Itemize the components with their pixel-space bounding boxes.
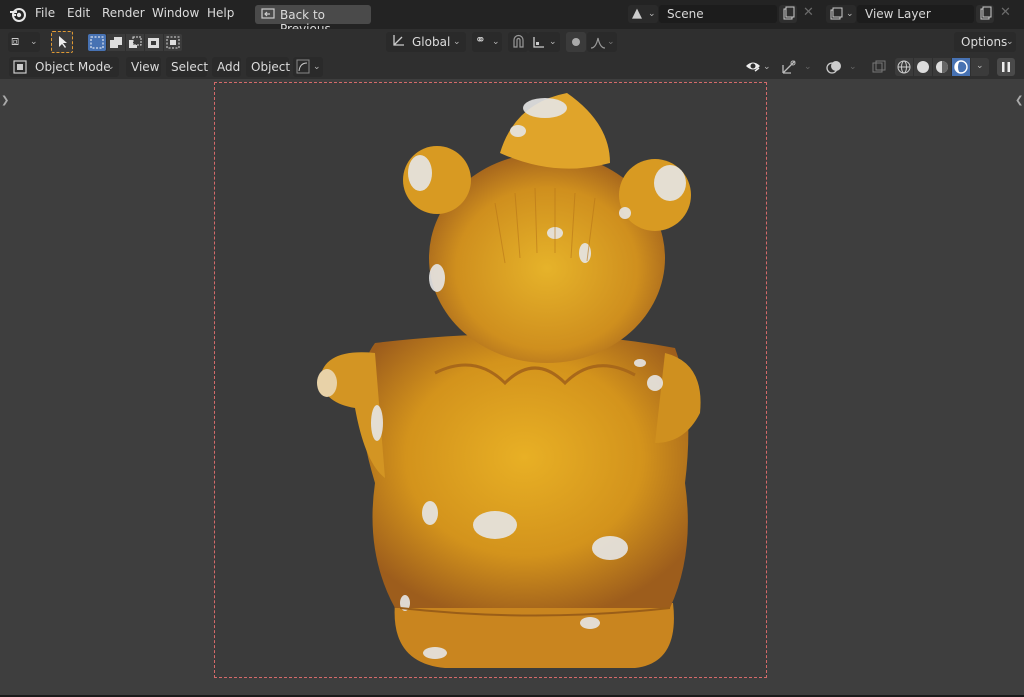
chevron-down-icon: ⌄ <box>648 9 656 19</box>
delete-scene-icon[interactable]: ✕ <box>803 5 814 20</box>
chevron-down-icon: ⌄ <box>607 37 615 47</box>
menu-object[interactable]: Object <box>246 57 290 77</box>
grease-pencil-dropdown[interactable]: ⌄ <box>293 57 323 77</box>
copy-icon <box>783 6 795 20</box>
pivot-icon: ⧈ <box>11 34 20 49</box>
xray-icon <box>872 60 886 77</box>
blender-logo-icon[interactable] <box>9 6 27 26</box>
select-mode-new-button[interactable] <box>88 34 106 51</box>
snap-toggle[interactable] <box>508 32 528 52</box>
mode-dropdown[interactable]: Object Mode ⌄ <box>9 57 119 77</box>
cursor-icon <box>59 36 67 48</box>
material-sphere-icon <box>936 61 948 73</box>
menu-file[interactable]: File <box>35 6 55 20</box>
gizmo-icon <box>781 59 797 78</box>
pause-icon <box>1002 62 1010 72</box>
select-intersect-icon <box>166 36 180 49</box>
snap-target-dropdown[interactable]: ⌄ <box>528 32 560 52</box>
chevron-down-icon: ⌄ <box>30 37 38 47</box>
shading-solid-button[interactable] <box>914 58 932 76</box>
magnet-icon <box>512 34 525 51</box>
menu-edit[interactable]: Edit <box>67 6 90 20</box>
chevron-down-icon: ⌄ <box>313 62 321 72</box>
solid-sphere-icon <box>917 61 929 73</box>
top-bar: File Edit Render Window Help Back to Pre… <box>0 0 1024 36</box>
overlays-icon <box>826 59 842 78</box>
select-tool-button[interactable] <box>51 31 73 53</box>
chevron-down-icon: ⌄ <box>976 61 984 71</box>
menu-window[interactable]: Window <box>152 6 199 20</box>
shading-wireframe-button[interactable] <box>895 58 913 76</box>
pivot-point-icon: ⚭ <box>475 33 486 48</box>
select-mode-extend-button[interactable] <box>107 34 125 51</box>
select-extend-icon <box>110 37 122 48</box>
pause-render-button[interactable] <box>997 58 1015 76</box>
select-difference-icon <box>148 38 159 48</box>
bear-figurine-render <box>317 93 701 668</box>
menu-help[interactable]: Help <box>207 6 234 20</box>
snap-increment-icon <box>532 33 546 52</box>
3d-viewport[interactable]: ❯ ❮ <box>0 79 1024 695</box>
xray-toggle[interactable] <box>869 57 889 77</box>
rendered-sphere-icon <box>954 60 968 74</box>
view-layer-name-field[interactable]: View Layer <box>857 5 974 23</box>
menu-add[interactable]: Add <box>212 57 241 77</box>
orientation-label: Global <box>412 35 451 49</box>
camera-frame <box>214 82 767 678</box>
scene-icon: ▲ <box>632 6 642 21</box>
wireframe-sphere-icon <box>897 60 911 74</box>
visibility-dropdown[interactable]: ⌄ <box>743 57 773 77</box>
select-mode-subtract-button[interactable] <box>126 34 144 51</box>
chevron-down-icon: ⌄ <box>849 62 857 72</box>
falloff-curve-icon <box>590 34 606 53</box>
shading-rendered-button[interactable] <box>952 58 970 76</box>
back-to-previous-button[interactable]: Back to Previous <box>255 5 371 36</box>
copy-icon <box>980 6 992 20</box>
chevron-down-icon: ⌄ <box>453 37 461 47</box>
new-scene-button[interactable] <box>779 5 797 23</box>
pivot-point-dropdown[interactable]: ⚭ ⌄ <box>472 32 502 52</box>
menu-view[interactable]: View <box>126 57 161 77</box>
gizmo-dropdown[interactable]: ⌄ <box>779 57 817 77</box>
back-icon <box>261 8 275 24</box>
proportional-edit-toggle[interactable] <box>566 32 586 52</box>
options-dropdown[interactable]: Options ⌄ <box>954 32 1016 52</box>
chevron-down-icon: ⌄ <box>107 62 115 72</box>
transform-pivot-button[interactable]: ⧈ ⌄ <box>8 32 40 52</box>
menu-select[interactable]: Select <box>166 57 208 77</box>
toolbar-expand-arrow-icon[interactable]: ❯ <box>1 95 9 106</box>
view-layer-icon <box>830 7 843 23</box>
eye-icon <box>745 60 761 77</box>
scene-browse-button[interactable]: ▲ ⌄ <box>628 5 658 23</box>
transform-orientation-dropdown[interactable]: Global ⌄ <box>386 32 466 52</box>
mode-label: Object Mode <box>35 60 111 74</box>
options-label: Options <box>961 35 1008 49</box>
shading-material-button[interactable] <box>933 58 951 76</box>
tool-settings-header: ⧈ ⌄ Global ⌄ ⚭ ⌄ ⌄ ⌄ Options ⌄ <box>0 29 1024 55</box>
select-mode-difference-button[interactable] <box>145 34 163 51</box>
chevron-down-icon: ⌄ <box>549 37 557 47</box>
curve-stroke-icon <box>296 59 310 77</box>
chevron-down-icon: ⌄ <box>1006 37 1014 47</box>
select-mode-intersect-button[interactable] <box>164 34 182 51</box>
proportional-falloff-dropdown[interactable]: ⌄ <box>587 32 617 52</box>
chevron-down-icon: ⌄ <box>763 62 771 72</box>
object-mode-icon <box>13 60 27 77</box>
sidebar-expand-arrow-icon[interactable]: ❮ <box>1015 95 1023 106</box>
chevron-down-icon: ⌄ <box>846 9 854 19</box>
menu-render[interactable]: Render <box>102 6 145 20</box>
chevron-down-icon: ⌄ <box>804 62 812 72</box>
proportional-edit-icon <box>572 38 580 46</box>
select-new-icon <box>90 36 104 49</box>
new-view-layer-button[interactable] <box>976 5 994 23</box>
chevron-down-icon: ⌄ <box>492 37 500 47</box>
shading-options-dropdown[interactable]: ⌄ <box>971 58 989 76</box>
orientation-icon <box>391 34 405 51</box>
scene-name-field[interactable]: Scene <box>659 5 777 23</box>
view-layer-browse-button[interactable]: ⌄ <box>826 5 856 23</box>
overlays-dropdown[interactable]: ⌄ <box>824 57 862 77</box>
viewport-header: Object Mode ⌄ View Select Add Object ⌄ ⌄… <box>0 55 1024 79</box>
delete-view-layer-icon[interactable]: ✕ <box>1000 5 1011 20</box>
select-subtract-icon <box>129 36 142 48</box>
